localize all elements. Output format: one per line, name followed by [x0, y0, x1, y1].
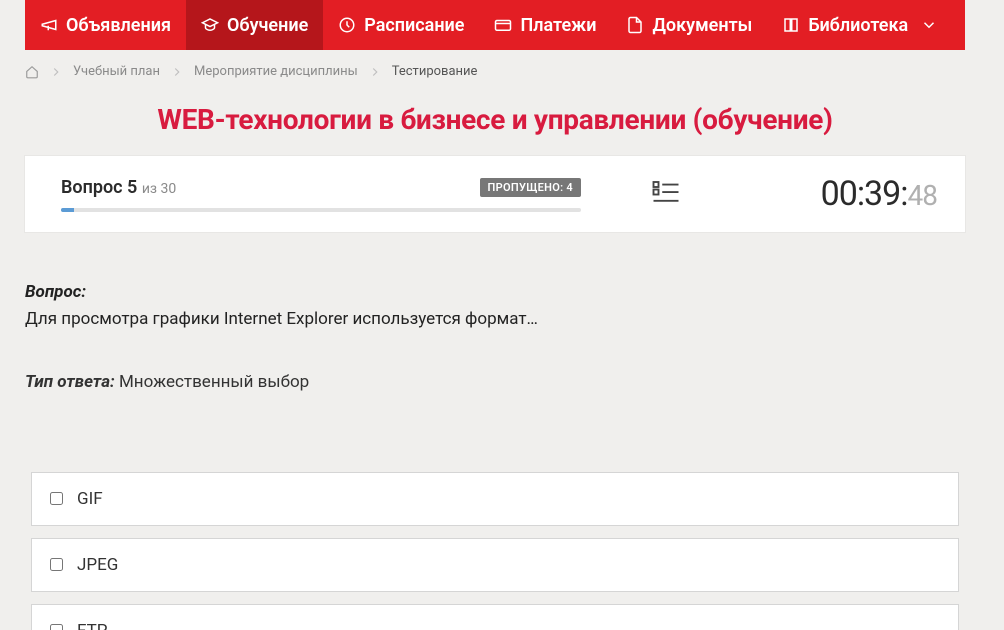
list-icon: [651, 177, 681, 207]
status-card: Вопрос 5 из 30 ПРОПУЩЕНО: 4: [25, 156, 965, 232]
answer-option[interactable]: JPEG: [31, 538, 959, 592]
answer-checkbox[interactable]: [50, 558, 63, 571]
megaphone-icon: [40, 16, 58, 34]
breadcrumb: Учебный план Мероприятие дисциплины Тест…: [25, 50, 965, 93]
question-list-button[interactable]: [651, 177, 681, 211]
chevron-down-icon: [920, 16, 938, 34]
breadcrumb-item[interactable]: Учебный план: [73, 64, 160, 79]
book-icon: [782, 16, 800, 34]
question-body: Вопрос: Для просмотра графики Internet E…: [25, 232, 965, 422]
answer-type-value: Множественный выбор: [115, 372, 309, 392]
answer-label: GIF: [77, 489, 103, 509]
nav-tab-library[interactable]: Библиотека: [767, 0, 953, 50]
answer-label: JPEG: [77, 555, 118, 575]
progress-bar: [61, 208, 581, 212]
question-total-value: 30: [161, 181, 177, 197]
nav-tab-label: Документы: [652, 15, 752, 36]
file-icon: [626, 16, 644, 34]
question-current: 5: [127, 177, 137, 198]
timer-main: 00:39:: [821, 174, 908, 214]
chevron-right-icon: [170, 65, 184, 79]
chevron-right-icon: [368, 65, 382, 79]
nav-tab-schedule[interactable]: Расписание: [323, 0, 479, 50]
answer-type-row: Тип ответа: Множественный выбор: [25, 372, 965, 392]
question-total: из 30: [142, 181, 176, 197]
home-icon[interactable]: [25, 65, 39, 79]
nav-tab-label: Библиотека: [808, 15, 908, 36]
question-number: Вопрос 5: [61, 177, 142, 198]
nav-tab-documents[interactable]: Документы: [611, 0, 767, 50]
nav-tab-payments[interactable]: Платежи: [479, 0, 611, 50]
answer-option[interactable]: GIF: [31, 472, 959, 526]
question-word: Вопрос: [61, 177, 123, 198]
answer-label: FTP: [77, 621, 107, 630]
timer-sub: 48: [908, 179, 937, 212]
chevron-right-icon: [49, 65, 63, 79]
nav-tab-label: Расписание: [364, 15, 464, 36]
nav-tab-label: Обучение: [227, 15, 308, 36]
breadcrumb-item-current: Тестирование: [392, 64, 478, 79]
clock-icon: [338, 16, 356, 34]
graduation-icon: [201, 16, 219, 34]
question-label: Вопрос:: [25, 282, 965, 302]
answers-list: GIF JPEG FTP: [25, 472, 965, 630]
progress-block: Вопрос 5 из 30 ПРОПУЩЕНО: 4: [61, 177, 581, 212]
nav-tab-label: Платежи: [520, 15, 596, 36]
answer-checkbox[interactable]: [50, 624, 63, 630]
question-of-word: из: [142, 181, 157, 197]
nav-tab-label: Объявления: [66, 15, 171, 36]
answer-checkbox[interactable]: [50, 492, 63, 505]
skipped-badge: ПРОПУЩЕНО: 4: [480, 178, 581, 197]
answer-option[interactable]: FTP: [31, 604, 959, 630]
page-title: WEB-технологии в бизнесе и управлении (о…: [25, 93, 965, 156]
answer-type-label: Тип ответа:: [25, 372, 115, 392]
progress-fill: [61, 208, 74, 212]
question-text: Для просмотра графики Internet Explorer …: [25, 308, 965, 332]
top-nav: Объявления Обучение Расписание Платежи Д…: [25, 0, 965, 50]
nav-tab-announcements[interactable]: Объявления: [25, 0, 186, 50]
card-icon: [494, 16, 512, 34]
timer: 00:39:48: [821, 174, 937, 214]
breadcrumb-item[interactable]: Мероприятие дисциплины: [194, 64, 358, 79]
nav-tab-learning[interactable]: Обучение: [186, 0, 323, 50]
